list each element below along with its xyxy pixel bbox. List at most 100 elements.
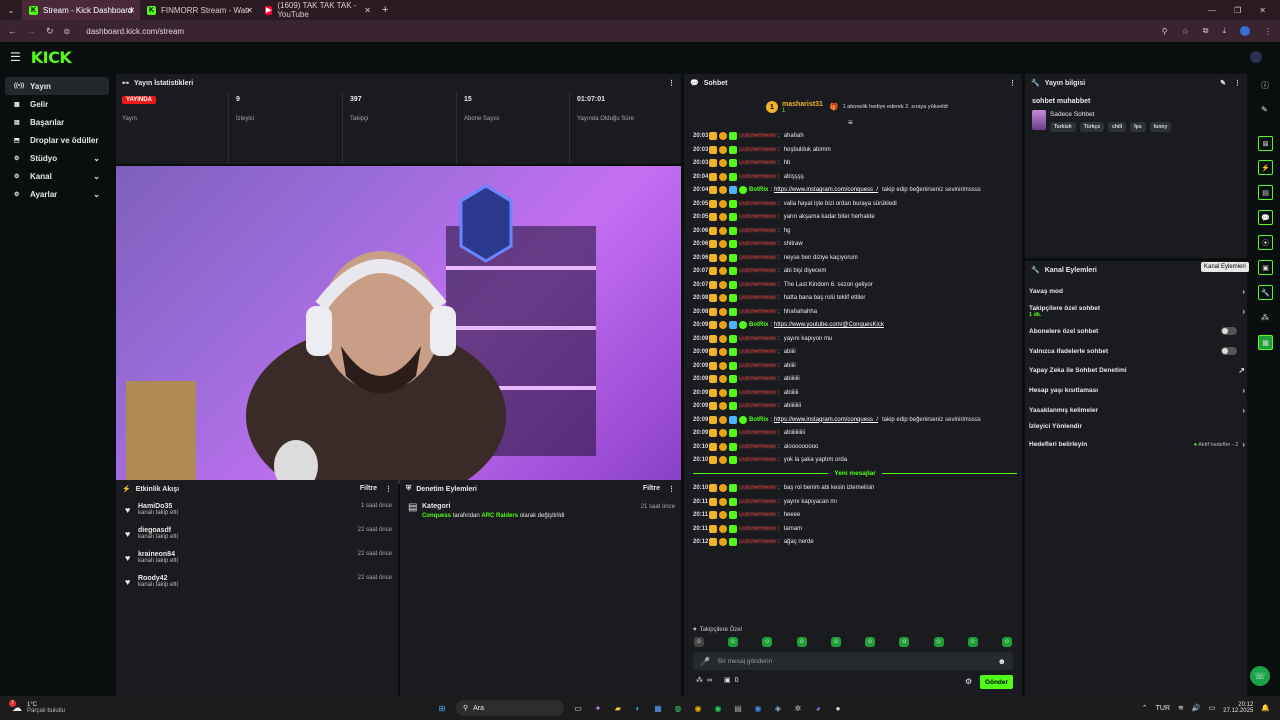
chat-username[interactable]: Dutchermeow (739, 499, 776, 505)
obs-icon[interactable]: ● (831, 701, 845, 715)
copilot-icon[interactable]: ✦ (591, 701, 605, 715)
reload-icon[interactable]: ↻ (46, 26, 54, 37)
follower-name[interactable]: diegoasdf (138, 527, 178, 534)
info-icon[interactable]: ⓘ (1261, 80, 1269, 91)
rail-activity-icon[interactable]: ⚡ (1258, 160, 1273, 175)
sidebar-item-6[interactable]: ⚙ Ayarlar ⌄ (5, 185, 109, 203)
chat-username[interactable]: Dutchermeow (739, 457, 776, 463)
close-tab-icon[interactable]: ✕ (128, 6, 135, 15)
stream-tag[interactable]: Türkçe (1079, 122, 1105, 132)
site-info-icon[interactable]: ⊜ (64, 27, 71, 36)
channel-action-item[interactable]: Abonelere özel sohbet (1029, 327, 1245, 335)
chat-username[interactable]: Dutchermeow (739, 133, 776, 139)
support-button[interactable]: ☏ (1250, 666, 1270, 686)
chat-username[interactable]: BotRix (749, 322, 768, 328)
app-icon[interactable]: ✲ (791, 701, 805, 715)
chat-username[interactable]: Dutchermeow (739, 228, 776, 234)
browser-tab-finmorr[interactable]: K FINMORR Stream - Watch Livi✕ (140, 0, 258, 20)
rail-channel-actions-icon[interactable]: ▣ (1258, 260, 1273, 275)
send-button[interactable]: Gönder (980, 675, 1013, 689)
chat-username[interactable]: Dutchermeow (739, 376, 776, 382)
chat-username[interactable]: Dutchermeow (739, 201, 776, 207)
weather-icon[interactable]: ☁ 7 (9, 699, 22, 714)
chat-username[interactable]: Dutchermeow (739, 160, 776, 166)
hamburger-menu-icon[interactable]: ☰ (10, 50, 21, 64)
rail-broadcast-icon[interactable]: ⦿ (1258, 235, 1273, 250)
mod-target[interactable]: ARC Raiders (481, 513, 518, 519)
notification-icon[interactable] (1250, 51, 1262, 63)
emote-9-icon[interactable]: ☺ (967, 637, 978, 647)
sidebar-item-2[interactable]: ▤ Başarılar (5, 113, 109, 131)
emote-10-icon[interactable]: ☺ (1001, 637, 1012, 647)
chat-username[interactable]: Dutchermeow (739, 512, 776, 518)
collapse-banner-icon[interactable]: ≡ (848, 118, 853, 127)
chat-username[interactable]: Dutchermeow (739, 309, 776, 315)
new-tab-button[interactable]: + (382, 4, 388, 16)
filter-button[interactable]: Filtre (360, 485, 377, 493)
sidebar-item-0[interactable]: ((•)) Yayın (5, 77, 109, 95)
emote-7-icon[interactable]: ☺ (899, 637, 910, 647)
mod-actor[interactable]: Conquess (422, 513, 451, 519)
chat-username[interactable]: Dutchermeow (739, 241, 776, 247)
windows-start-icon[interactable]: ⊞ (435, 701, 449, 715)
back-icon[interactable]: ← (8, 26, 17, 36)
category-name[interactable]: Sadece Sohbet (1050, 111, 1094, 118)
chat-username[interactable]: Dutchermeow (739, 255, 776, 261)
whatsapp-icon[interactable]: ◍ (671, 701, 685, 715)
chat-input[interactable]: 🎤 Bir mesaj gönderin ☻ (693, 652, 1013, 670)
notifications-icon[interactable]: 🔔 (1261, 704, 1270, 712)
follower-name[interactable]: Roody42 (138, 575, 178, 582)
rail-moderation-icon[interactable]: ▤ (1258, 185, 1273, 200)
stream-tag[interactable]: Turkish (1050, 122, 1076, 132)
toggle-switch[interactable] (1221, 327, 1237, 335)
close-tab-icon[interactable]: ✕ (364, 6, 371, 15)
chat-username[interactable]: Dutchermeow (739, 539, 776, 545)
forward-icon[interactable]: → (27, 26, 36, 36)
chat-username[interactable]: Dutchermeow (739, 485, 776, 491)
task-view-icon[interactable]: ▭ (571, 701, 585, 715)
follower-name[interactable]: HamiDo35 (138, 503, 178, 510)
chat-username[interactable]: Dutchermeow (739, 295, 776, 301)
lang-indicator[interactable]: TUR (1156, 705, 1170, 712)
channel-action-item[interactable]: Yasaklanmış kelimeler › (1029, 406, 1245, 415)
close-tab-icon[interactable]: ✕ (246, 6, 253, 15)
chat-username[interactable]: Dutchermeow (739, 214, 776, 220)
stream-tag[interactable]: funny (1149, 122, 1172, 132)
chat-link[interactable]: https://www.instagram.com/conquess_/ (774, 417, 878, 423)
chat-link[interactable]: https://www.youtube.com/@ConquesKick (774, 322, 884, 328)
sidebar-item-4[interactable]: ⚙ Stüdyo ⌄ (5, 149, 109, 167)
chat-username[interactable]: Dutchermeow (739, 444, 776, 450)
browser-tab-kick[interactable]: K Stream - Kick Dashboard ✕ (22, 0, 140, 20)
chat-username[interactable]: Dutchermeow (739, 174, 776, 180)
bookmark-star-icon[interactable]: ☆ (1182, 27, 1189, 36)
chat-username[interactable]: Dutchermeow (739, 526, 776, 532)
edit-icon[interactable]: ✎ (1261, 105, 1268, 114)
stream-tag[interactable]: fps (1130, 122, 1146, 132)
steam-icon[interactable]: ◈ (771, 701, 785, 715)
filter-button[interactable]: Filtre (643, 485, 660, 493)
channel-action-item[interactable]: Hesap yaşı kısıtlaması › (1029, 386, 1245, 395)
volume-icon[interactable]: 🔊 (1192, 704, 1201, 712)
download-icon[interactable]: ⤓ (1222, 26, 1226, 36)
minimize-icon[interactable]: — (1208, 6, 1216, 15)
stream-tag[interactable]: chill (1108, 122, 1127, 132)
chat-username[interactable]: Dutchermeow (739, 336, 776, 342)
extensions-icon[interactable]: ⧉ (1203, 26, 1209, 36)
emote-5-icon[interactable]: ☺ (830, 637, 841, 647)
emote-8-icon[interactable]: ☺ (933, 637, 944, 647)
edge-icon[interactable]: ◐ (631, 701, 645, 715)
gift-username[interactable]: masharist31 (782, 101, 823, 108)
chat-username[interactable]: Dutchermeow (739, 282, 776, 288)
sidebar-item-1[interactable]: ▦ Gelir (5, 95, 109, 113)
emote-4-icon[interactable]: ☺ (796, 637, 807, 647)
toggle-switch[interactable] (1221, 347, 1237, 355)
file-explorer-icon[interactable]: ▰ (611, 701, 625, 715)
panel-menu-icon[interactable]: ⋮ (668, 79, 675, 87)
panel-menu-icon[interactable]: ⋮ (1234, 79, 1241, 87)
wifi-icon[interactable]: ≋ (1178, 704, 1184, 712)
rail-app-icon[interactable]: ▦ (1258, 335, 1273, 350)
mic-icon[interactable]: 🎤 (700, 657, 710, 666)
chat-username[interactable]: Dutchermeow (739, 390, 776, 396)
chat-username[interactable]: Dutchermeow (739, 349, 776, 355)
chat-username[interactable]: Dutchermeow (739, 363, 776, 369)
